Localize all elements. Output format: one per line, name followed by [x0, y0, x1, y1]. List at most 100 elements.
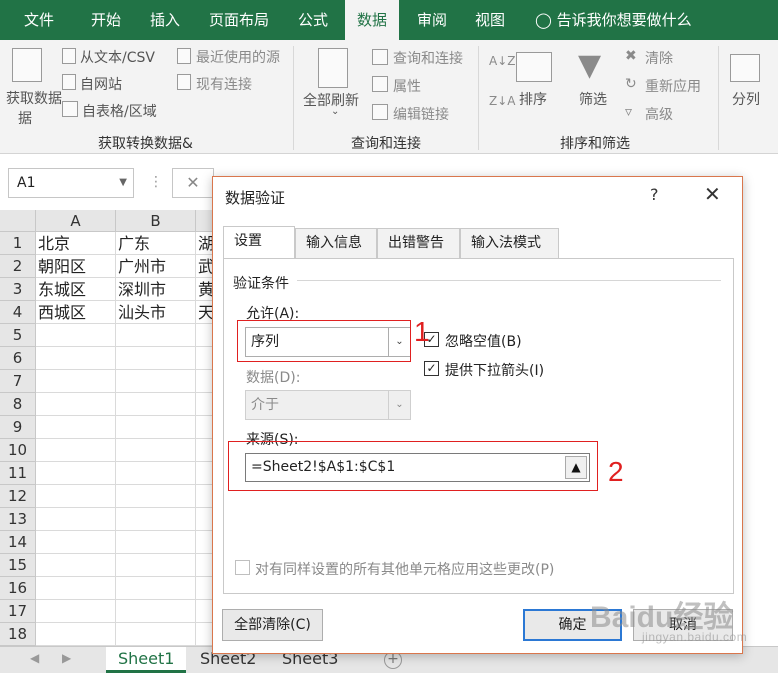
apply-all-checkbox[interactable]: [235, 560, 250, 575]
cell-a16[interactable]: [36, 577, 116, 600]
apply-all-label[interactable]: 对有同样设置的所有其他单元格应用这些更改(P): [255, 559, 554, 579]
cell-b5[interactable]: [116, 324, 196, 347]
cell-a5[interactable]: [36, 324, 116, 347]
tab-home[interactable]: 开始: [91, 0, 121, 40]
get-data-button[interactable]: 获取数据: [6, 88, 62, 108]
cell-a9[interactable]: [36, 416, 116, 439]
name-box[interactable]: A1 ▼: [8, 168, 134, 198]
edit-links-button[interactable]: 编辑链接: [393, 104, 449, 124]
queries-connections-button[interactable]: 查询和连接: [393, 48, 463, 68]
cancel-entry-icon[interactable]: ✕: [172, 168, 214, 198]
cell-b16[interactable]: [116, 577, 196, 600]
cell-b11[interactable]: [116, 462, 196, 485]
sort-descending-icon[interactable]: Z↓A: [489, 94, 515, 108]
cell-b14[interactable]: [116, 531, 196, 554]
tab-insert[interactable]: 插入: [150, 0, 180, 40]
tab-formulas[interactable]: 公式: [298, 0, 328, 40]
next-sheet-icon[interactable]: ▶: [62, 651, 71, 665]
tab-file[interactable]: 文件: [24, 0, 54, 40]
sort-ascending-icon[interactable]: A↓Z: [489, 54, 515, 68]
sheet-tab-sheet1[interactable]: Sheet1: [106, 647, 187, 673]
existing-connections-button[interactable]: 现有连接: [196, 74, 252, 94]
sort-button[interactable]: 排序: [519, 89, 547, 109]
tab-view[interactable]: 视图: [475, 0, 505, 40]
cell-b6[interactable]: [116, 347, 196, 370]
clear-button[interactable]: 清除: [645, 48, 673, 68]
get-data-button-line2[interactable]: 据: [18, 108, 32, 128]
column-header-b[interactable]: B: [116, 210, 196, 232]
cell-a12[interactable]: [36, 485, 116, 508]
cell-a10[interactable]: [36, 439, 116, 462]
cell-b4[interactable]: 汕头市: [116, 301, 196, 324]
row-header-5[interactable]: 5: [0, 324, 36, 347]
dropdown-arrow-label[interactable]: 提供下拉箭头(I): [445, 360, 544, 380]
from-table-button[interactable]: 自表格/区域: [82, 101, 157, 121]
advanced-button[interactable]: 高级: [645, 104, 673, 124]
tab-review[interactable]: 审阅: [417, 0, 447, 40]
row-header-11[interactable]: 11: [0, 462, 36, 485]
cell-b13[interactable]: [116, 508, 196, 531]
cell-a15[interactable]: [36, 554, 116, 577]
row-header-6[interactable]: 6: [0, 347, 36, 370]
tab-input-message[interactable]: 输入信息: [295, 228, 377, 259]
cell-a4[interactable]: 西城区: [36, 301, 116, 324]
tell-me-box[interactable]: ◯ 告诉我你想要做什么: [535, 0, 692, 40]
from-web-button[interactable]: 自网站: [80, 74, 122, 94]
cell-a8[interactable]: [36, 393, 116, 416]
cell-b17[interactable]: [116, 600, 196, 623]
row-header-9[interactable]: 9: [0, 416, 36, 439]
tab-error-alert[interactable]: 出错警告: [377, 228, 460, 259]
cell-b1[interactable]: 广东: [116, 232, 196, 255]
column-header-a[interactable]: A: [36, 210, 116, 232]
from-text-csv-button[interactable]: 从文本/CSV: [80, 47, 155, 67]
tab-ime-mode[interactable]: 输入法模式: [460, 228, 559, 259]
dropdown-arrow-checkbox[interactable]: ✓: [424, 361, 439, 376]
cell-a1[interactable]: 北京: [36, 232, 116, 255]
filter-button[interactable]: 筛选: [579, 89, 607, 109]
cell-b8[interactable]: [116, 393, 196, 416]
cell-a11[interactable]: [36, 462, 116, 485]
cell-b3[interactable]: 深圳市: [116, 278, 196, 301]
cell-b7[interactable]: [116, 370, 196, 393]
row-header-1[interactable]: 1: [0, 232, 36, 255]
row-header-4[interactable]: 4: [0, 301, 36, 324]
row-header-10[interactable]: 10: [0, 439, 36, 462]
previous-sheet-icon[interactable]: ◀: [30, 651, 39, 665]
cell-a14[interactable]: [36, 531, 116, 554]
tab-settings[interactable]: 设置: [223, 226, 295, 259]
row-header-12[interactable]: 12: [0, 485, 36, 508]
cell-a7[interactable]: [36, 370, 116, 393]
cell-b9[interactable]: [116, 416, 196, 439]
cell-a17[interactable]: [36, 600, 116, 623]
cell-a13[interactable]: [36, 508, 116, 531]
cell-a6[interactable]: [36, 347, 116, 370]
row-header-17[interactable]: 17: [0, 600, 36, 623]
row-header-15[interactable]: 15: [0, 554, 36, 577]
cell-a2[interactable]: 朝阳区: [36, 255, 116, 278]
select-all-corner[interactable]: [0, 210, 36, 232]
tab-page-layout[interactable]: 页面布局: [209, 0, 269, 40]
row-header-14[interactable]: 14: [0, 531, 36, 554]
row-header-2[interactable]: 2: [0, 255, 36, 278]
row-header-18[interactable]: 18: [0, 623, 36, 646]
cell-b2[interactable]: 广州市: [116, 255, 196, 278]
tab-data[interactable]: 数据: [345, 0, 400, 40]
ignore-blank-label[interactable]: 忽略空值(B): [445, 331, 522, 351]
chevron-down-icon[interactable]: ▼: [119, 169, 127, 197]
cell-b12[interactable]: [116, 485, 196, 508]
text-to-columns-button[interactable]: 分列: [732, 89, 760, 109]
cell-a3[interactable]: 东城区: [36, 278, 116, 301]
row-header-7[interactable]: 7: [0, 370, 36, 393]
row-header-13[interactable]: 13: [0, 508, 36, 531]
cell-b10[interactable]: [116, 439, 196, 462]
cell-b15[interactable]: [116, 554, 196, 577]
clear-all-button[interactable]: 全部清除(C): [222, 609, 323, 641]
recent-sources-button[interactable]: 最近使用的源: [196, 47, 280, 67]
help-icon[interactable]: ?: [650, 185, 659, 204]
close-icon[interactable]: ✕: [704, 182, 721, 206]
chevron-down-icon[interactable]: ⌄: [331, 106, 339, 117]
row-header-3[interactable]: 3: [0, 278, 36, 301]
cell-b18[interactable]: [116, 623, 196, 646]
reapply-button[interactable]: 重新应用: [645, 76, 701, 96]
row-header-16[interactable]: 16: [0, 577, 36, 600]
